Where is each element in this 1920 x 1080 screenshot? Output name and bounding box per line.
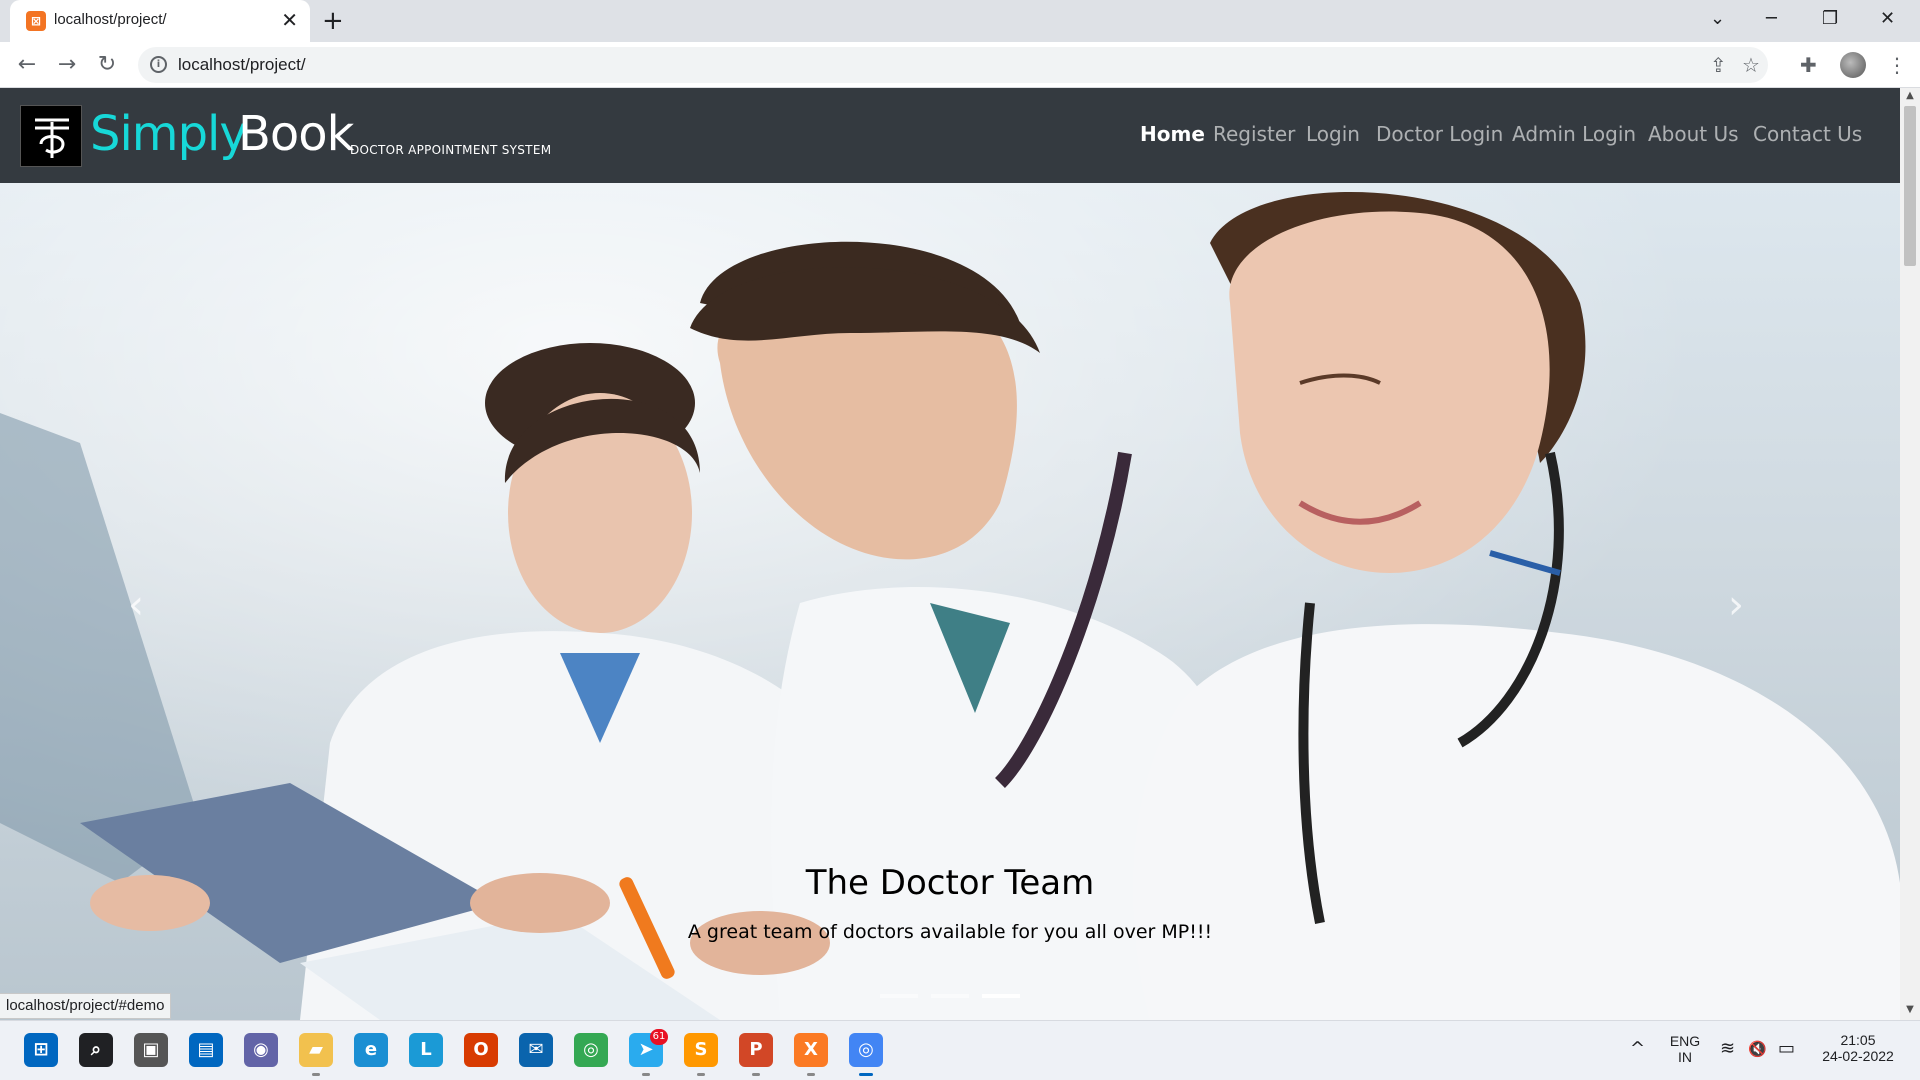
browser-tab-strip: ⊠ localhost/project/ ✕ + ⌄ ─ ❐ ✕ xyxy=(0,0,1920,42)
brand-name-part2[interactable]: Book xyxy=(238,106,354,162)
widgets-icon[interactable]: ▤ xyxy=(189,1033,223,1067)
windows-taskbar: ⊞ ⌕ ▣ ▤ ◉ ▰ e L O ✉ ◎ ➤ 61 S P X ◎ ^ ENG… xyxy=(0,1020,1920,1080)
nav-link-home[interactable]: Home xyxy=(1140,122,1205,146)
reload-button[interactable]: ↻ xyxy=(92,50,122,80)
teams-chat-icon[interactable]: ◉ xyxy=(244,1033,278,1067)
scroll-thumb[interactable] xyxy=(1904,106,1916,266)
logo-icon[interactable] xyxy=(20,105,82,167)
forward-button[interactable]: → xyxy=(52,50,82,80)
running-indicator xyxy=(752,1073,760,1076)
tray-overflow-icon[interactable]: ^ xyxy=(1630,1038,1645,1060)
telegram-badge: 61 xyxy=(650,1029,668,1045)
clock[interactable]: 21:05 24-02-2022 xyxy=(1812,1032,1904,1064)
carousel-indicator-1[interactable] xyxy=(879,994,918,998)
scroll-up-icon[interactable]: ▲ xyxy=(1900,90,1920,101)
nav-link-about-us[interactable]: About Us xyxy=(1648,122,1739,146)
chrome-profile-icon[interactable]: ◎ xyxy=(849,1033,883,1067)
battery-icon[interactable]: ▭ xyxy=(1778,1038,1795,1060)
clock-date: 24-02-2022 xyxy=(1822,1048,1894,1064)
page-scrollbar[interactable]: ▲ ▼ xyxy=(1900,88,1920,1020)
running-indicator xyxy=(642,1073,650,1076)
scroll-down-icon[interactable]: ▼ xyxy=(1900,1004,1920,1015)
carousel-prev-button[interactable]: ‹ xyxy=(128,583,144,627)
language-indicator[interactable]: ENG IN xyxy=(1665,1033,1705,1065)
carousel-indicator-2[interactable] xyxy=(931,994,969,998)
carousel-indicators xyxy=(0,983,1900,1002)
link-status-bubble: localhost/project/#demo xyxy=(0,993,172,1019)
brand-subtitle: DOCTOR APPOINTMENT SYSTEM xyxy=(350,143,552,157)
file-explorer-icon[interactable]: ▰ xyxy=(299,1033,333,1067)
mail-icon[interactable]: ✉ xyxy=(519,1033,553,1067)
bookmark-star-icon[interactable]: ☆ xyxy=(1742,52,1760,78)
browser-tab[interactable]: ⊠ localhost/project/ ✕ xyxy=(10,0,310,42)
nav-link-register[interactable]: Register xyxy=(1213,122,1295,146)
caption-text: A great team of doctors available for yo… xyxy=(687,921,1213,943)
office-icon[interactable]: O xyxy=(464,1033,498,1067)
chrome-icon[interactable]: ◎ xyxy=(574,1033,608,1067)
caption-title: The Doctor Team xyxy=(805,863,1095,903)
brand-name-part1[interactable]: Simply xyxy=(90,106,248,162)
tab-title: localhost/project/ xyxy=(54,11,167,28)
windows-start-icon[interactable]: ⊞ xyxy=(24,1033,58,1067)
running-indicator xyxy=(697,1073,705,1076)
site-info-icon[interactable]: i xyxy=(150,56,167,73)
xampp-icon[interactable]: X xyxy=(794,1033,828,1067)
nav-link-contact-us[interactable]: Contact Us xyxy=(1753,122,1862,146)
language-region: IN xyxy=(1678,1049,1692,1065)
volume-muted-icon[interactable]: 🔇 xyxy=(1748,1038,1767,1060)
back-button[interactable]: ← xyxy=(12,50,42,80)
edge-icon[interactable]: e xyxy=(354,1033,388,1067)
new-tab-button[interactable]: + xyxy=(322,6,344,36)
nav-link-doctor-login[interactable]: Doctor Login xyxy=(1376,122,1503,146)
share-icon[interactable]: ⇪ xyxy=(1710,52,1727,78)
xampp-favicon-icon: ⊠ xyxy=(26,11,46,31)
browser-toolbar: ← → ↻ i localhost/project/ ⇪ ☆ ✚ ⋮ xyxy=(0,42,1920,88)
nav-link-admin-login[interactable]: Admin Login xyxy=(1512,122,1636,146)
running-indicator xyxy=(312,1073,320,1076)
language-code: ENG xyxy=(1669,1033,1701,1049)
hero-carousel: ‹ › The Doctor Team A great team of doct… xyxy=(0,183,1900,1020)
address-bar[interactable]: i localhost/project/ ⇪ ☆ xyxy=(138,47,1768,83)
extensions-icon[interactable]: ✚ xyxy=(1800,50,1817,80)
tab-search-icon[interactable]: ⌄ xyxy=(1710,8,1725,30)
carousel-next-button[interactable]: › xyxy=(1728,583,1744,627)
carousel-caption: The Doctor Team A great team of doctors … xyxy=(0,863,1900,943)
powerpoint-icon[interactable]: P xyxy=(739,1033,773,1067)
carousel-indicator-3[interactable] xyxy=(982,994,1021,998)
nav-link-login[interactable]: Login xyxy=(1306,122,1360,146)
site-navbar: Simply Book DOCTOR APPOINTMENT SYSTEM Ho… xyxy=(0,88,1900,183)
task-view-icon[interactable]: ▣ xyxy=(134,1033,168,1067)
search-icon[interactable]: ⌕ xyxy=(79,1033,113,1067)
close-window-button[interactable]: ✕ xyxy=(1880,8,1895,30)
running-indicator xyxy=(807,1073,815,1076)
clock-time: 21:05 xyxy=(1840,1032,1876,1048)
tab-close-icon[interactable]: ✕ xyxy=(281,9,298,31)
active-app-indicator xyxy=(859,1073,873,1076)
address-url[interactable]: localhost/project/ xyxy=(178,55,306,75)
app-l-icon[interactable]: L xyxy=(409,1033,443,1067)
restore-button[interactable]: ❐ xyxy=(1822,8,1838,30)
minimize-button[interactable]: ─ xyxy=(1766,8,1777,30)
wifi-icon[interactable]: ≋ xyxy=(1720,1038,1735,1060)
sublime-text-icon[interactable]: S xyxy=(684,1033,718,1067)
profile-avatar[interactable] xyxy=(1840,52,1866,78)
browser-menu-icon[interactable]: ⋮ xyxy=(1887,50,1907,80)
